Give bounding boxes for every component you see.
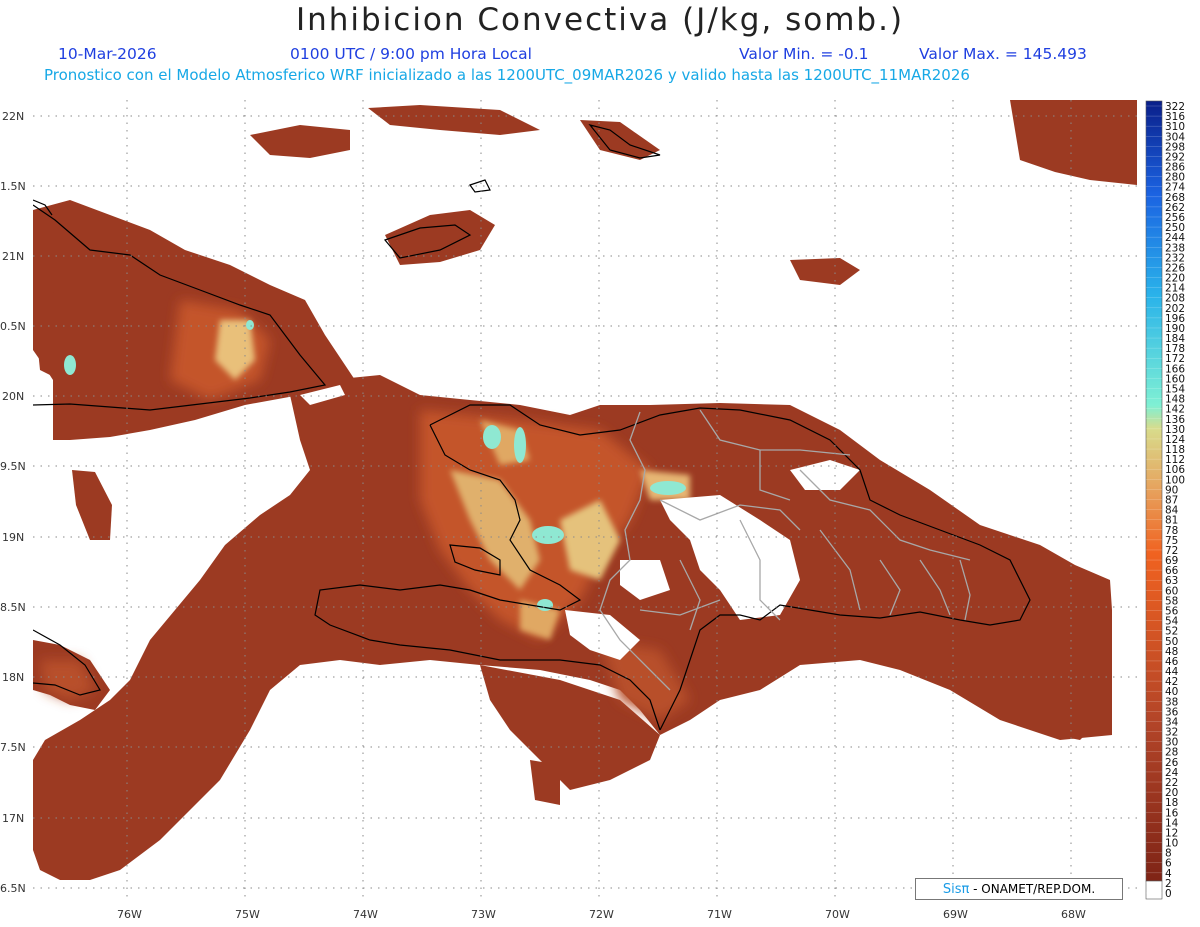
peak-spot-north: [514, 427, 526, 463]
svg-text:0.5N: 0.5N: [0, 320, 26, 333]
latitude-labels: 22N 1.5N 21N 0.5N 20N 9.5N 19N 8.5N 18N …: [0, 110, 26, 895]
shade-bahamas-2: [385, 210, 495, 265]
colorbar-zero-cell: [1145, 880, 1163, 900]
svg-text:1.5N: 1.5N: [0, 180, 26, 193]
svg-text:9.5N: 9.5N: [0, 460, 26, 473]
longitude-labels: 76W 75W 74W 73W 72W 71W 70W 69W 68W: [117, 908, 1086, 921]
svg-text:76W: 76W: [117, 908, 142, 921]
svg-text:21N: 21N: [2, 250, 24, 263]
svg-text:20N: 20N: [2, 390, 24, 403]
svg-text:6.5N: 6.5N: [0, 882, 26, 895]
svg-text:17N: 17N: [2, 812, 24, 825]
peak-spot-cuba: [64, 355, 76, 375]
colorbar-label: 0: [1165, 888, 1172, 900]
svg-text:8.5N: 8.5N: [0, 601, 26, 614]
svg-text:73W: 73W: [471, 908, 496, 921]
svg-text:7.5N: 7.5N: [0, 741, 26, 754]
svg-text:18N: 18N: [2, 671, 24, 684]
shade-blob-ne: [790, 258, 860, 285]
svg-text:71W: 71W: [707, 908, 732, 921]
shade-blob-s: [530, 760, 560, 805]
peak-spot-cuba-2: [246, 320, 254, 330]
peak-spot-central: [532, 526, 564, 544]
peak-spot-nw-haiti: [483, 425, 501, 449]
cin-map: 22N 1.5N 21N 0.5N 20N 9.5N 19N 8.5N 18N …: [0, 100, 1185, 921]
sispi-logo: Sisπ: [942, 882, 970, 897]
credit-box: Sisπ - ONAMET/REP.DOM.: [915, 878, 1123, 900]
peak-spot-dr-north: [650, 481, 686, 495]
svg-text:72W: 72W: [589, 908, 614, 921]
colorbar-ramp: [1145, 100, 1163, 882]
svg-text:22N: 22N: [2, 110, 24, 123]
shade-ne-corner: [1010, 100, 1137, 185]
shade-bahamas-1: [250, 125, 350, 158]
shade-blob-w: [72, 470, 112, 540]
svg-text:68W: 68W: [1061, 908, 1086, 921]
peak-spot-south: [537, 599, 553, 611]
credit-text: - ONAMET/REP.DOM.: [973, 882, 1096, 896]
svg-text:70W: 70W: [825, 908, 850, 921]
svg-text:74W: 74W: [353, 908, 378, 921]
svg-text:75W: 75W: [235, 908, 260, 921]
shade-bahamas-3: [368, 105, 540, 135]
svg-text:69W: 69W: [943, 908, 968, 921]
svg-text:19N: 19N: [2, 531, 24, 544]
colorbar: 3223163103042982922862802742682622562502…: [1145, 100, 1185, 900]
